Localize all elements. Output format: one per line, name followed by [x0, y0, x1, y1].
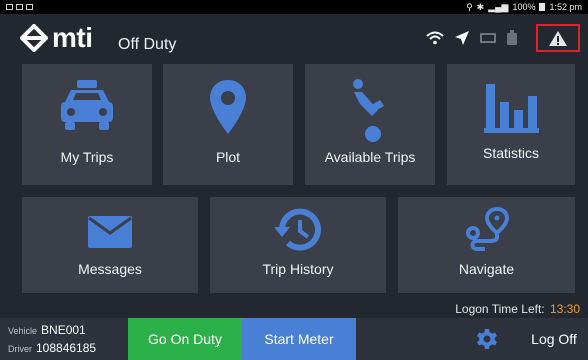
connection-indicators [426, 30, 518, 46]
driver-row: Driver 108846185 [8, 340, 96, 358]
meter-icon [507, 30, 517, 45]
location-icon: ⚲ [466, 1, 473, 12]
tile-trip-history[interactable]: Trip History [210, 197, 386, 293]
system-status-bar: ⚲ ✱ ▂▄▆ 100% 1:52 pm [0, 0, 588, 14]
tile-label: My Trips [60, 149, 114, 165]
gear-icon [477, 329, 497, 349]
tile-label: Plot [215, 149, 241, 165]
driver-key: Driver [8, 344, 32, 354]
app-header: mti Off Duty [0, 14, 588, 64]
clock: 1:52 pm [549, 2, 582, 12]
driver-value: 108846185 [36, 341, 97, 355]
tile-label: Available Trips [324, 149, 416, 165]
battery-percent: 100% [512, 2, 536, 12]
tile-navigate[interactable]: Navigate [398, 197, 575, 293]
mti-diamond-logo-icon [20, 24, 48, 52]
tile-label: Navigate [458, 261, 515, 277]
gps-arrow-icon [455, 31, 469, 45]
notification-icon [6, 4, 13, 10]
terminal-icon [480, 33, 496, 43]
logon-time-left: Logon Time Left: 13:30 [455, 302, 580, 316]
tile-plot[interactable]: Plot [163, 64, 293, 185]
start-meter-button[interactable]: Start Meter [242, 318, 356, 360]
system-indicators: ⚲ ✱ ▂▄▆ 100% 1:52 pm [466, 2, 582, 13]
tile-statistics[interactable]: Statistics [447, 64, 575, 185]
vehicle-value: BNE001 [41, 323, 86, 337]
tile-label: Messages [78, 261, 142, 277]
map-pin-icon [210, 80, 246, 134]
bluetooth-icon: ✱ [476, 1, 485, 12]
mti-logo: mti [20, 24, 93, 52]
tile-my-trips[interactable]: My Trips [22, 64, 152, 185]
waving-person-icon [353, 79, 384, 142]
go-on-duty-button[interactable]: Go On Duty [128, 318, 242, 360]
mti-driver-screen: ⚲ ✱ ▂▄▆ 100% 1:52 pm mti Off Duty My Tri… [0, 0, 588, 360]
tile-available-trips[interactable]: Available Trips [305, 64, 435, 185]
settings-button[interactable] [474, 326, 500, 352]
bar-chart-icon [484, 84, 539, 133]
notification-icons [6, 4, 33, 10]
vehicle-row: Vehicle BNE001 [8, 322, 96, 340]
tile-messages[interactable]: Messages [22, 197, 198, 293]
warning-triangle-icon [549, 30, 567, 46]
vehicle-key: Vehicle [8, 326, 38, 336]
vehicle-driver-info: Vehicle BNE001 Driver 108846185 [8, 322, 96, 358]
tile-label: Statistics [482, 145, 539, 161]
duty-status: Off Duty [118, 36, 177, 53]
log-off-button[interactable]: Log Off [520, 318, 588, 360]
envelope-icon [88, 216, 132, 248]
alert-button[interactable] [536, 24, 580, 52]
route-icon [465, 207, 509, 251]
logo-text: mti [52, 22, 93, 53]
notification-icon [26, 4, 33, 10]
logon-time-value: 13:30 [549, 302, 580, 316]
battery-icon [539, 3, 546, 11]
tile-label: Trip History [262, 261, 334, 277]
signal-icon: ▂▄▆ [488, 1, 509, 12]
notification-icon [16, 4, 23, 10]
logon-time-label: Logon Time Left: [455, 302, 545, 316]
taxi-icon [61, 80, 113, 130]
history-clock-icon [274, 208, 321, 251]
wifi-icon [426, 31, 444, 45]
